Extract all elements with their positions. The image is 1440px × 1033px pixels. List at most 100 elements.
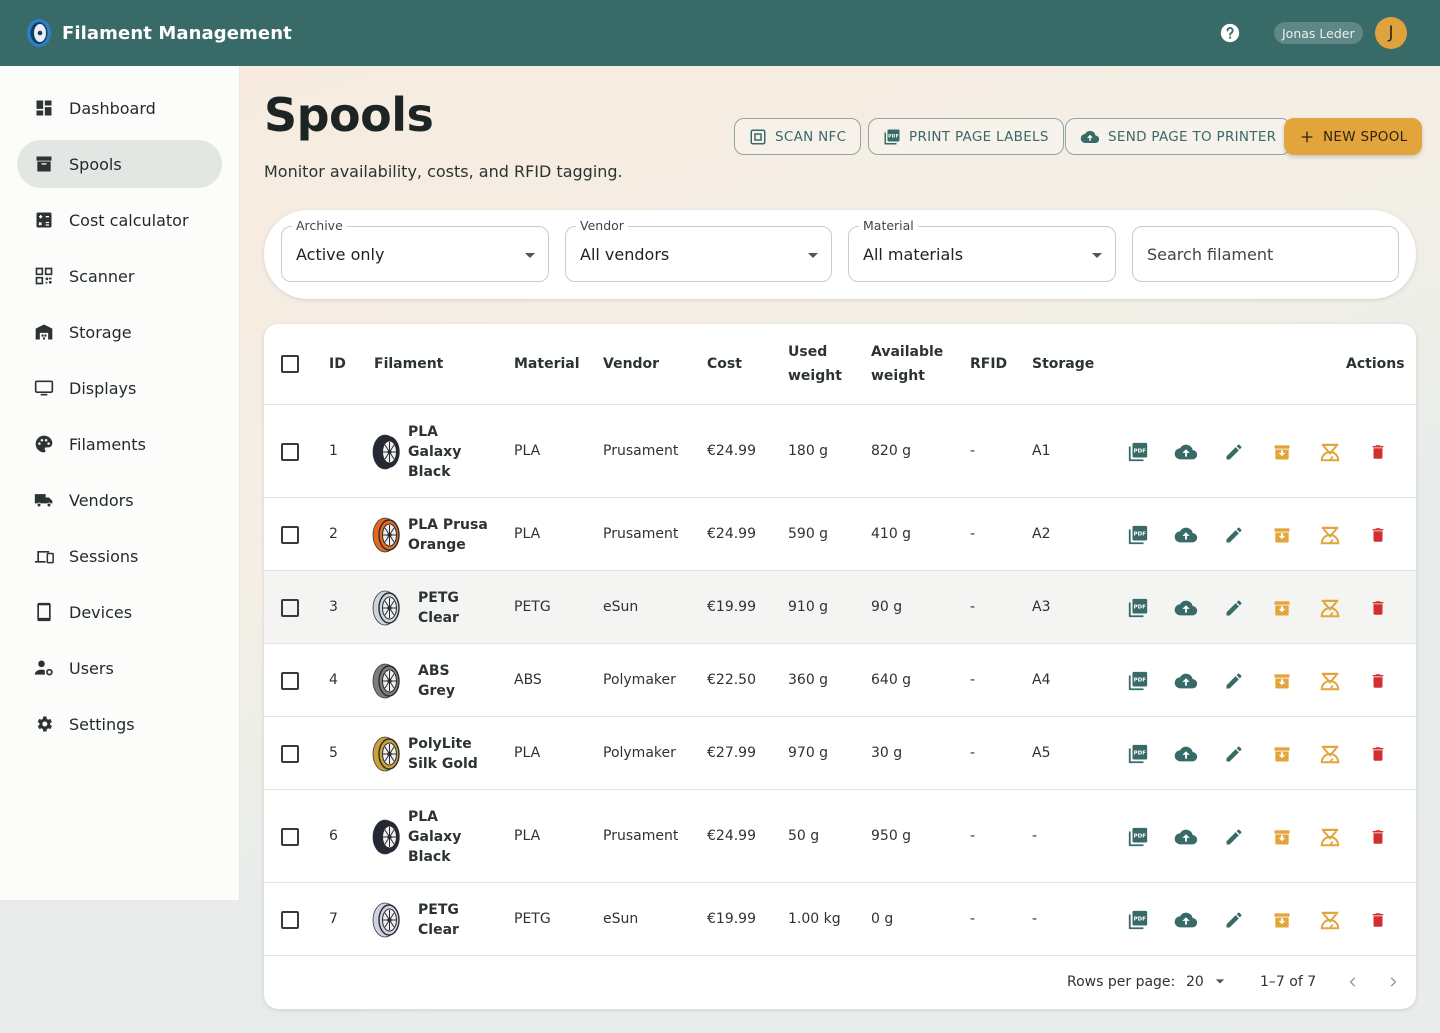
- material-select[interactable]: Material All materials: [848, 218, 1116, 282]
- select-all-checkbox[interactable]: [281, 355, 299, 373]
- archive-button[interactable]: [1270, 523, 1294, 547]
- cell-cost: €27.99: [707, 744, 756, 761]
- sidebar-item-storage[interactable]: Storage: [17, 308, 222, 356]
- archive-button[interactable]: [1270, 825, 1294, 849]
- edit-button[interactable]: [1222, 440, 1246, 464]
- table-row[interactable]: 6 PLA Galaxy Black PLA Prusament €24.99 50 g 950…: [264, 790, 1416, 883]
- avatar[interactable]: J: [1375, 17, 1407, 49]
- send-page-to-printer-button[interactable]: SEND PAGE TO PRINTER: [1065, 118, 1292, 155]
- print-label-button[interactable]: PDF: [1126, 908, 1150, 932]
- sidebar-item-displays[interactable]: Displays: [17, 364, 222, 412]
- row-checkbox[interactable]: [281, 671, 299, 690]
- row-checkbox[interactable]: [281, 744, 299, 763]
- sidebar-item-vendors[interactable]: Vendors: [17, 476, 222, 524]
- delete-button[interactable]: [1366, 908, 1390, 932]
- user-name-chip[interactable]: Jonas Leder: [1274, 22, 1363, 44]
- delete-button[interactable]: [1366, 440, 1390, 464]
- rows-per-page-select[interactable]: 20: [1186, 974, 1226, 990]
- sidebar-item-spools[interactable]: Spools: [17, 140, 222, 188]
- send-to-printer-button[interactable]: [1174, 908, 1198, 932]
- search-input[interactable]: Search filament: [1132, 226, 1399, 282]
- weigh-button[interactable]: [1318, 596, 1342, 620]
- edit-button[interactable]: [1222, 596, 1246, 620]
- sidebar-item-users[interactable]: Users: [17, 644, 222, 692]
- cloud-upload-icon: [1080, 130, 1100, 143]
- send-to-printer-button[interactable]: [1174, 825, 1198, 849]
- sidebar-item-sessions[interactable]: Sessions: [17, 532, 222, 580]
- sidebar-item-settings[interactable]: Settings: [17, 700, 222, 748]
- new-spool-button[interactable]: NEW SPOOL: [1284, 118, 1423, 155]
- table-row[interactable]: 1 PLA Galaxy Black PLA Prusament €24.99 180 g 82…: [264, 405, 1416, 498]
- print-page-labels-button[interactable]: PDF PRINT PAGE LABELS: [868, 118, 1064, 155]
- column-header-cost[interactable]: Cost: [707, 352, 742, 376]
- delete-button[interactable]: [1366, 523, 1390, 547]
- sidebar-item-cost-calculator[interactable]: Cost calculator: [17, 196, 222, 244]
- column-header-vendor[interactable]: Vendor: [603, 352, 659, 376]
- edit-pencil-icon: [1226, 673, 1242, 688]
- weigh-button[interactable]: [1318, 908, 1342, 932]
- next-page-button[interactable]: [1381, 970, 1405, 994]
- column-header-storage[interactable]: Storage: [1032, 352, 1094, 376]
- sidebar-item-scanner[interactable]: Scanner: [17, 252, 222, 300]
- send-to-printer-button[interactable]: [1174, 742, 1198, 766]
- delete-button[interactable]: [1366, 596, 1390, 620]
- table-row[interactable]: 4 ABS Grey ABS Polymaker €22.50 360 g 640 g - A4 P…: [264, 644, 1416, 717]
- print-label-button[interactable]: PDF: [1126, 669, 1150, 693]
- weigh-button[interactable]: [1318, 523, 1342, 547]
- table-row[interactable]: 7 PETG Clear PETG eSun €19.99 1.00 kg 0 g - - PDF: [264, 883, 1416, 956]
- column-header-filament[interactable]: Filament: [374, 352, 443, 376]
- edit-button[interactable]: [1222, 669, 1246, 693]
- cell-material: PLA: [514, 442, 541, 459]
- table-row[interactable]: 5 PolyLite Silk Gold PLA Polymaker €27.99 970 …: [264, 717, 1416, 790]
- row-checkbox[interactable]: [281, 442, 299, 461]
- archive-button[interactable]: [1270, 596, 1294, 620]
- weigh-button[interactable]: [1318, 825, 1342, 849]
- edit-button[interactable]: [1222, 825, 1246, 849]
- edit-pencil-icon: [1226, 912, 1242, 927]
- archive-button[interactable]: [1270, 742, 1294, 766]
- print-label-button[interactable]: PDF: [1126, 825, 1150, 849]
- print-label-button[interactable]: PDF: [1126, 523, 1150, 547]
- column-header-rfid[interactable]: RFID: [970, 352, 1007, 376]
- table-row[interactable]: 2 PLA Prusa Orange PLA Prusament €24.99 590 g 4…: [264, 498, 1416, 571]
- edit-button[interactable]: [1222, 908, 1246, 932]
- vendor-select[interactable]: Vendor All vendors: [565, 218, 832, 282]
- column-header-available-weight[interactable]: Available weight: [871, 340, 943, 388]
- send-to-printer-button[interactable]: [1174, 440, 1198, 464]
- row-checkbox[interactable]: [281, 910, 299, 929]
- edit-button[interactable]: [1222, 523, 1246, 547]
- column-header-used-weight[interactable]: Used weight: [788, 340, 842, 388]
- weigh-button[interactable]: [1318, 440, 1342, 464]
- archive-button[interactable]: [1270, 908, 1294, 932]
- sidebar-item-filaments[interactable]: Filaments: [17, 420, 222, 468]
- print-label-button[interactable]: PDF: [1126, 596, 1150, 620]
- spool-icon: [372, 590, 402, 630]
- row-checkbox[interactable]: [281, 827, 299, 846]
- delete-button[interactable]: [1366, 669, 1390, 693]
- scan-nfc-button[interactable]: SCAN NFC: [734, 118, 862, 155]
- column-header-id[interactable]: ID: [329, 352, 346, 376]
- weigh-button[interactable]: [1318, 669, 1342, 693]
- sidebar-item-devices[interactable]: Devices: [17, 588, 222, 636]
- weigh-button[interactable]: [1318, 742, 1342, 766]
- print-label-button[interactable]: PDF: [1126, 440, 1150, 464]
- edit-button[interactable]: [1222, 742, 1246, 766]
- archive-select[interactable]: Archive Active only: [281, 218, 549, 282]
- table-row[interactable]: 3 PETG Clear PETG eSun €19.99 910 g 90 g - A3 PDF: [264, 571, 1416, 644]
- row-checkbox[interactable]: [281, 598, 299, 617]
- cell-cost: €19.99: [707, 910, 756, 927]
- send-to-printer-button[interactable]: [1174, 523, 1198, 547]
- column-header-material[interactable]: Material: [514, 352, 580, 376]
- help-button[interactable]: [1218, 21, 1242, 45]
- delete-button[interactable]: [1366, 825, 1390, 849]
- send-to-printer-button[interactable]: [1174, 596, 1198, 620]
- archive-button[interactable]: [1270, 669, 1294, 693]
- send-to-printer-button[interactable]: [1174, 669, 1198, 693]
- sidebar-item-dashboard[interactable]: Dashboard: [17, 84, 222, 132]
- cell-id: 1: [329, 442, 338, 459]
- previous-page-button[interactable]: [1341, 970, 1365, 994]
- row-checkbox[interactable]: [281, 525, 299, 544]
- print-label-button[interactable]: PDF: [1126, 742, 1150, 766]
- delete-button[interactable]: [1366, 742, 1390, 766]
- archive-button[interactable]: [1270, 440, 1294, 464]
